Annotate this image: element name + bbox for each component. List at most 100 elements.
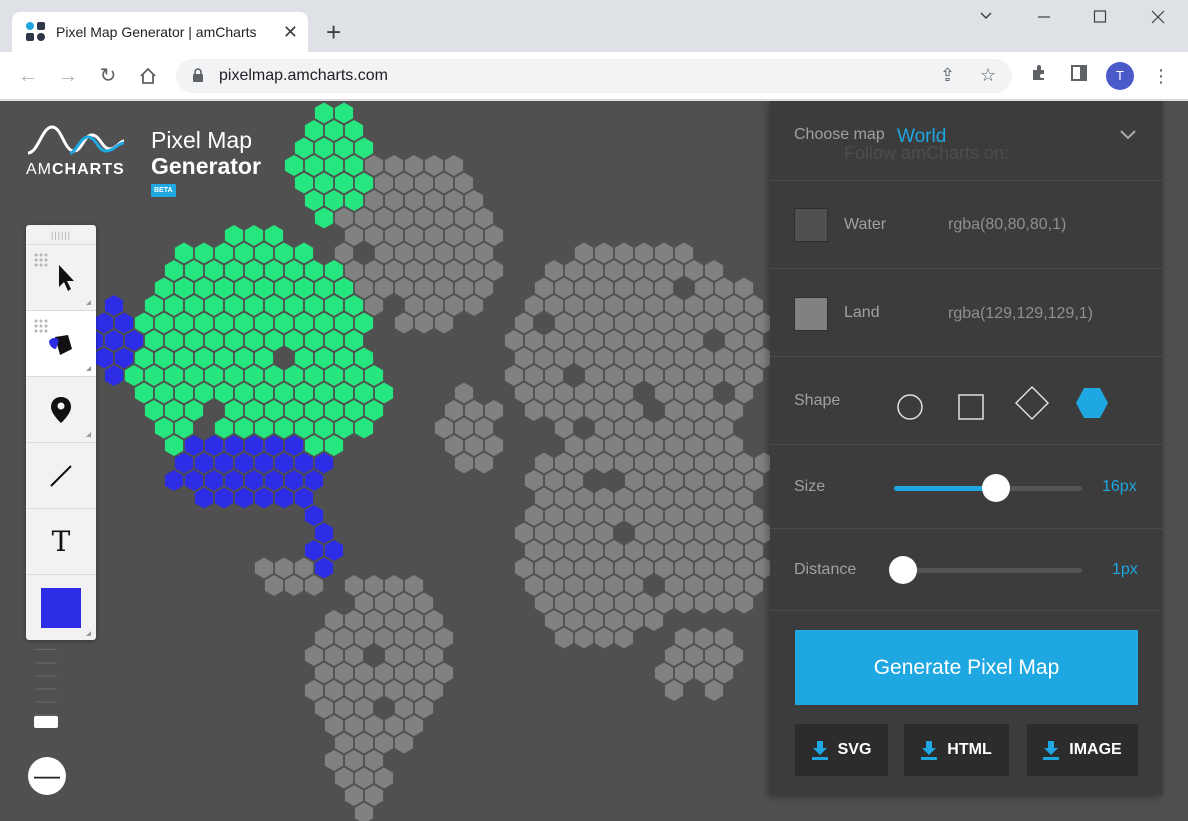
map-hex-pixel[interactable]	[384, 645, 404, 666]
map-hex-pixel[interactable]	[544, 540, 564, 561]
map-hex-pixel[interactable]	[504, 365, 524, 386]
map-hex-pixel[interactable]	[524, 365, 544, 386]
line-tool[interactable]	[26, 443, 96, 509]
distance-slider-thumb[interactable]	[889, 556, 918, 584]
map-hex-pixel[interactable]	[564, 540, 584, 561]
map-hex-pixel[interactable]	[334, 102, 354, 124]
map-hex-pixel[interactable]	[114, 312, 134, 334]
map-hex-pixel[interactable]	[374, 627, 394, 649]
map-hex-pixel[interactable]	[294, 452, 314, 474]
map-hex-pixel[interactable]	[684, 435, 704, 456]
map-hex-pixel[interactable]	[304, 120, 324, 141]
map-hex-pixel[interactable]	[124, 330, 144, 351]
map-hex-pixel[interactable]	[564, 575, 584, 596]
map-hex-pixel[interactable]	[604, 435, 624, 456]
map-hex-pixel[interactable]	[664, 365, 684, 386]
map-hex-pixel[interactable]	[364, 190, 384, 211]
download-image-button[interactable]: IMAGE	[1027, 724, 1138, 776]
map-hex-pixel[interactable]	[574, 592, 594, 614]
map-hex-pixel[interactable]	[584, 260, 604, 281]
map-hex-pixel[interactable]	[414, 207, 434, 229]
map-hex-pixel[interactable]	[734, 347, 754, 369]
map-hex-pixel[interactable]	[704, 505, 724, 526]
map-hex-pixel[interactable]	[454, 382, 474, 404]
map-hex-pixel[interactable]	[134, 347, 154, 369]
map-hex-pixel[interactable]	[234, 452, 254, 474]
map-hex-pixel[interactable]	[334, 732, 354, 754]
map-hex-pixel[interactable]	[684, 365, 704, 386]
map-hex-pixel[interactable]	[694, 627, 714, 649]
map-hex-pixel[interactable]	[674, 347, 694, 369]
map-hex-pixel[interactable]	[514, 382, 534, 404]
map-hex-pixel[interactable]	[414, 277, 434, 299]
map-hex-pixel[interactable]	[454, 452, 474, 474]
map-hex-pixel[interactable]	[554, 417, 574, 439]
map-hex-pixel[interactable]	[644, 505, 664, 526]
map-hex-pixel[interactable]	[614, 417, 634, 439]
map-hex-pixel[interactable]	[214, 487, 234, 509]
map-hex-pixel[interactable]	[674, 417, 694, 439]
map-hex-pixel[interactable]	[274, 452, 294, 474]
map-hex-pixel[interactable]	[624, 470, 644, 491]
map-hex-pixel[interactable]	[654, 277, 674, 299]
map-hex-pixel[interactable]	[354, 697, 374, 719]
map-hex-pixel[interactable]	[314, 697, 334, 719]
map-hex-pixel[interactable]	[314, 417, 334, 439]
map-hex-pixel[interactable]	[554, 347, 574, 369]
map-hex-pixel[interactable]	[224, 435, 244, 456]
map-hex-pixel[interactable]	[174, 312, 194, 334]
map-hex-pixel[interactable]	[614, 487, 634, 509]
map-hex-pixel[interactable]	[194, 347, 214, 369]
map-hex-pixel[interactable]	[734, 312, 754, 334]
map-hex-pixel[interactable]	[634, 487, 654, 509]
home-icon[interactable]	[136, 64, 160, 88]
map-hex-pixel[interactable]	[204, 295, 224, 316]
map-hex-pixel[interactable]	[664, 330, 684, 351]
map-hex-pixel[interactable]	[314, 557, 334, 579]
map-hex-pixel[interactable]	[104, 330, 124, 351]
map-hex-pixel[interactable]	[654, 382, 674, 404]
map-hex-pixel[interactable]	[104, 365, 124, 386]
map-hex-pixel[interactable]	[534, 487, 554, 509]
map-hex-pixel[interactable]	[394, 697, 414, 719]
map-hex-pixel[interactable]	[614, 382, 634, 404]
map-hex-pixel[interactable]	[674, 312, 694, 334]
map-hex-pixel[interactable]	[554, 627, 574, 649]
map-hex-pixel[interactable]	[384, 260, 404, 281]
map-hex-pixel[interactable]	[244, 470, 264, 491]
map-hex-pixel[interactable]	[214, 417, 234, 439]
map-hex-pixel[interactable]	[444, 260, 464, 281]
map-hex-pixel[interactable]	[314, 627, 334, 649]
map-hex-pixel[interactable]	[204, 365, 224, 386]
map-hex-pixel[interactable]	[394, 662, 414, 684]
map-hex-pixel[interactable]	[394, 732, 414, 754]
map-hex-pixel[interactable]	[584, 540, 604, 561]
map-hex-pixel[interactable]	[344, 295, 364, 316]
map-hex-pixel[interactable]	[284, 330, 304, 351]
map-hex-pixel[interactable]	[404, 680, 424, 701]
map-hex-pixel[interactable]	[184, 435, 204, 456]
map-hex-pixel[interactable]	[464, 225, 484, 246]
text-tool[interactable]: T	[26, 509, 96, 575]
map-hex-pixel[interactable]	[654, 592, 674, 614]
map-hex-pixel[interactable]	[264, 260, 284, 281]
map-hex-pixel[interactable]	[424, 155, 444, 176]
map-hex-pixel[interactable]	[664, 540, 684, 561]
map-hex-pixel[interactable]	[94, 312, 114, 334]
map-hex-pixel[interactable]	[624, 540, 644, 561]
map-hex-pixel[interactable]	[714, 662, 734, 684]
map-hex-pixel[interactable]	[324, 680, 344, 701]
map-hex-pixel[interactable]	[264, 435, 284, 456]
map-hex-pixel[interactable]	[304, 190, 324, 211]
map-hex-pixel[interactable]	[284, 575, 304, 596]
map-hex-pixel[interactable]	[604, 610, 624, 631]
map-hex-pixel[interactable]	[704, 260, 724, 281]
map-hex-pixel[interactable]	[654, 452, 674, 474]
land-color-value[interactable]: rgba(129,129,129,1)	[948, 305, 1093, 323]
map-hex-pixel[interactable]	[294, 557, 314, 579]
map-hex-pixel[interactable]	[594, 487, 614, 509]
map-hex-pixel[interactable]	[364, 155, 384, 176]
map-hex-pixel[interactable]	[544, 575, 564, 596]
map-hex-pixel[interactable]	[374, 767, 394, 789]
map-hex-pixel[interactable]	[644, 540, 664, 561]
